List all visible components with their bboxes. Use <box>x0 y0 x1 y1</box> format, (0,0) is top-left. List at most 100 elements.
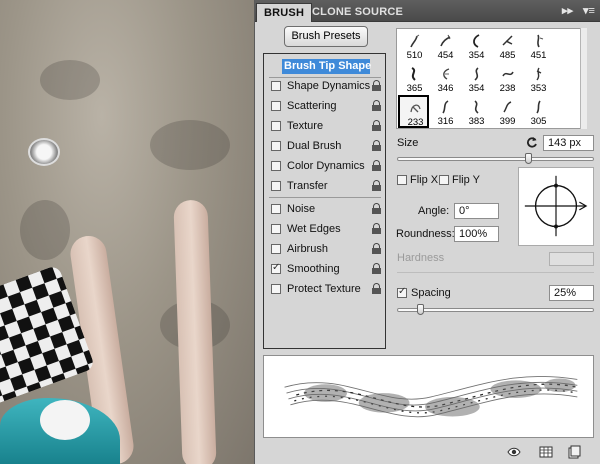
checkbox[interactable] <box>271 161 281 171</box>
checkbox[interactable] <box>271 181 281 191</box>
size-slider-thumb[interactable] <box>524 153 532 164</box>
checkbox[interactable] <box>271 101 281 111</box>
brush-tip[interactable]: 510 <box>399 30 430 63</box>
option-wet-edges[interactable]: Wet Edges <box>264 220 385 238</box>
brush-tip[interactable]: 383 <box>461 96 492 129</box>
option-protect-texture[interactable]: Protect Texture <box>264 280 385 298</box>
brush-tip-selected[interactable]: 233 <box>398 95 429 128</box>
size-input[interactable]: 143 px <box>543 135 594 151</box>
brush-tip[interactable]: 451 <box>523 30 554 63</box>
lock-icon[interactable] <box>372 203 381 214</box>
brush-size-label: 451 <box>530 50 547 61</box>
angle-input[interactable]: 0° <box>454 203 499 219</box>
brush-stroke-icon <box>473 34 480 48</box>
option-color-dynamics[interactable]: Color Dynamics <box>264 157 385 175</box>
brush-stroke-icon <box>536 67 542 81</box>
option-dual-brush[interactable]: Dual Brush <box>264 137 385 155</box>
spacing-input[interactable]: 25% <box>549 285 594 301</box>
brush-tip[interactable]: 365 <box>399 63 430 96</box>
panel-menu-icon[interactable]: ▾≡ <box>583 4 595 17</box>
brush-size-label: 353 <box>530 83 547 94</box>
rotate-reset-icon[interactable] <box>526 136 538 148</box>
grid-icon[interactable] <box>539 445 553 459</box>
angle-roundness-widget[interactable] <box>518 167 594 246</box>
brush-size-label: 485 <box>499 50 516 61</box>
lock-icon[interactable] <box>372 120 381 131</box>
brush-size-label: 233 <box>407 117 424 128</box>
eye-icon[interactable] <box>507 445 521 459</box>
brush-stroke-icon <box>410 104 421 113</box>
brush-size-label: 399 <box>499 116 516 127</box>
brush-presets-button[interactable]: Brush Presets <box>284 26 368 47</box>
roundness-input[interactable]: 100% <box>454 226 499 242</box>
brush-tip[interactable]: 399 <box>492 96 523 129</box>
tab-clone-source[interactable]: CLONE SOURCE <box>305 3 410 22</box>
lock-icon[interactable] <box>372 283 381 294</box>
option-brush-tip-shape[interactable]: Brush Tip Shape <box>264 57 385 75</box>
option-scattering[interactable]: Scattering <box>264 97 385 115</box>
brush-tip[interactable]: 454 <box>430 30 461 63</box>
checkbox[interactable] <box>271 81 281 91</box>
checkbox[interactable] <box>271 204 281 214</box>
collapse-panel-icon[interactable]: ▸▸ <box>562 4 573 17</box>
brush-stroke-icon <box>443 68 450 80</box>
brush-tip[interactable]: 353 <box>523 63 554 96</box>
brush-stroke-icon <box>502 71 514 77</box>
brush-stroke-icon <box>440 34 451 47</box>
checkbox[interactable] <box>271 284 281 294</box>
brush-size-label: 354 <box>468 50 485 61</box>
size-slider[interactable] <box>397 157 594 161</box>
lock-icon[interactable] <box>372 263 381 274</box>
spacing-checkbox[interactable] <box>397 286 407 298</box>
brush-stroke-icon <box>537 34 544 48</box>
lock-icon[interactable] <box>372 223 381 234</box>
lock-icon[interactable] <box>372 140 381 151</box>
brush-grid-scrollbar[interactable] <box>580 28 587 129</box>
brush-size-label: 316 <box>437 116 454 127</box>
checkbox[interactable] <box>271 141 281 151</box>
brush-tip[interactable]: 346 <box>430 63 461 96</box>
lock-icon[interactable] <box>372 180 381 191</box>
lock-icon[interactable] <box>372 80 381 91</box>
checkbox[interactable] <box>271 224 281 234</box>
flip-y-label: Flip Y <box>452 174 480 186</box>
option-noise[interactable]: Noise <box>264 200 385 218</box>
brush-tip[interactable]: 354 <box>461 30 492 63</box>
brush-tip[interactable]: 305 <box>523 96 554 129</box>
pocket-watch <box>28 138 60 166</box>
option-texture[interactable]: Texture <box>264 117 385 135</box>
lock-icon[interactable] <box>372 100 381 111</box>
brush-size-label: 383 <box>468 116 485 127</box>
panel-tab-bar: BRUSH CLONE SOURCE ▸▸ ▾≡ <box>255 0 600 22</box>
spacing-slider-thumb[interactable] <box>416 304 424 315</box>
option-label: Noise <box>287 203 316 215</box>
spacing-slider[interactable] <box>397 308 594 312</box>
option-smoothing[interactable]: Smoothing <box>264 260 385 278</box>
checkbox[interactable] <box>271 244 281 254</box>
checkbox[interactable] <box>271 121 281 131</box>
brush-tip[interactable]: 485 <box>492 30 523 63</box>
brush-tip-grid: 510 454 354 485 451 365 346 354 238 353 … <box>396 28 587 129</box>
lock-icon[interactable] <box>372 243 381 254</box>
brush-tip[interactable]: 316 <box>430 96 461 129</box>
option-transfer[interactable]: Transfer <box>264 177 385 195</box>
document-canvas[interactable] <box>0 0 254 464</box>
checkbox[interactable] <box>271 262 281 274</box>
new-preset-icon[interactable] <box>567 445 581 459</box>
stroke-preview-graphic <box>284 375 578 418</box>
brush-size-label: 510 <box>406 50 423 61</box>
option-label: Brush Tip Shape <box>282 59 372 74</box>
flip-y-checkbox[interactable] <box>439 175 449 185</box>
option-shape-dynamics[interactable]: Shape Dynamics <box>264 77 385 95</box>
brush-stroke-icon <box>536 100 541 114</box>
option-label: Dual Brush <box>287 140 342 152</box>
divider <box>269 197 381 198</box>
brush-tip[interactable]: 354 <box>461 63 492 96</box>
option-airbrush[interactable]: Airbrush <box>264 240 385 258</box>
lock-icon[interactable] <box>372 160 381 171</box>
tab-brush[interactable]: BRUSH <box>256 3 313 22</box>
angle-crosshair-icon <box>524 175 588 237</box>
brush-tip[interactable]: 238 <box>492 63 523 96</box>
flip-x-label: Flip X <box>410 174 439 186</box>
flip-x-checkbox[interactable] <box>397 175 407 185</box>
